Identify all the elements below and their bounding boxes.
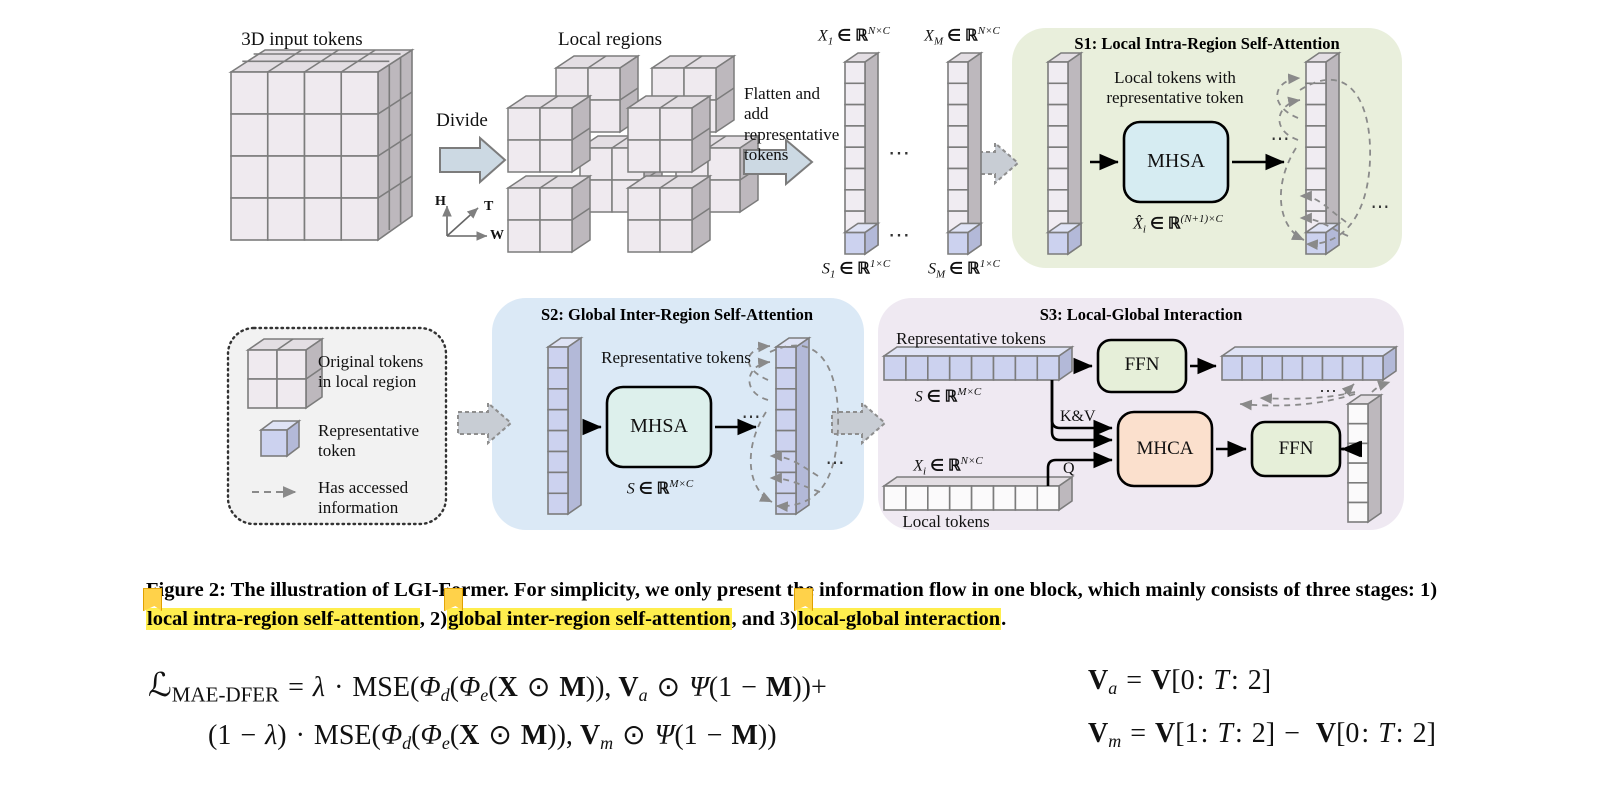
s3-output-rep-bar xyxy=(1219,345,1399,382)
s2-caption: Representative tokens xyxy=(601,348,751,367)
input-cube-3d xyxy=(228,48,415,242)
legend-representative-cube-icon xyxy=(258,419,302,458)
caption-lead: Figure 2: The illustration of LGI-Former… xyxy=(146,579,1438,601)
s3-mhca-label: MHCA xyxy=(1136,438,1194,459)
s3-local-math: Xi ∈ ℝN×C xyxy=(913,455,983,478)
x1-math-label: X1 ∈ ℝN×C xyxy=(818,25,890,48)
flatten-label: Flatten and add representative tokens xyxy=(744,84,844,166)
s2-mhsa-label: MHSA xyxy=(630,415,688,437)
s3-ffn-top-label: FFN xyxy=(1124,354,1160,375)
s3-q-label: Q xyxy=(1063,460,1075,477)
s1-mhsa-label: MHSA xyxy=(1147,150,1205,172)
token-column-s2-output xyxy=(773,336,812,516)
legend-item-3-line-1: Has accessed xyxy=(318,478,409,497)
token-column-s1-output xyxy=(1303,51,1342,256)
legend-original-cube-icon xyxy=(245,337,325,410)
token-column-s2-input xyxy=(545,336,584,516)
axis-indicator xyxy=(442,205,488,241)
s1-ellipsis-2: ⋯ xyxy=(1370,197,1392,218)
s3-kv-label: K&V xyxy=(1060,408,1096,425)
flatten-line-2: representative xyxy=(744,124,840,144)
legend-item-3-line-2: information xyxy=(318,498,399,518)
s1-ellipsis-1: ⋯ xyxy=(1270,129,1292,150)
s2-output-math: S ∈ ℝM×C xyxy=(626,478,694,498)
axis-label-t: T xyxy=(484,199,494,214)
highlight-1: local intra-region self-attention xyxy=(143,588,420,634)
s1-math-label: S1 ∈ ℝ1×C xyxy=(821,258,891,281)
legend-item-1-label: Original tokens in local region xyxy=(318,352,442,393)
token-column-x1 xyxy=(842,51,881,256)
s1-title: S1: Local Intra-Region Self-Attention xyxy=(1074,34,1340,53)
figure-container: 3D input tokens Divide Local regions Fla… xyxy=(0,0,1599,810)
caption-highlight-3: local-global interaction xyxy=(797,608,1002,631)
xm-math-label: XM ∈ ℝN×C xyxy=(924,25,1000,48)
s3-ffn-bottom-label: FFN xyxy=(1278,438,1314,459)
caption-highlight-1: local intra-region self-attention xyxy=(146,608,420,631)
equation-va: Va = V[0: T: 2] xyxy=(1088,665,1272,699)
ellipsis-columns-bottom: ⋯ xyxy=(888,222,912,247)
s3-local-tokens-label: Local tokens xyxy=(902,512,990,531)
legend-item-2-line-2: token xyxy=(318,441,356,461)
legend-item-2-line-1: Representative xyxy=(318,421,420,440)
highlight-3: local-global interaction xyxy=(794,588,1002,634)
flatten-line-3: tokens xyxy=(744,145,789,165)
s1-caption-line-1: Local tokens with xyxy=(1114,68,1236,87)
s3-title: S3: Local-Global Interaction xyxy=(1039,305,1243,324)
legend-item-3-label: Has accessed information xyxy=(318,478,442,519)
s3-rep-tokens-label: Representative tokens xyxy=(896,329,1046,348)
s1-caption-line-2: representative token xyxy=(1106,88,1244,108)
s2-title: S2: Global Inter-Region Self-Attention xyxy=(540,305,814,324)
caption-tail: . xyxy=(1001,608,1007,631)
caption-highlight-2: global inter-region self-attention xyxy=(447,608,732,631)
equation-loss-line-1: ℒMAE-DFER = λ · MSE(Φd(Φe(X ⊙ M)), Va ⊙ … xyxy=(148,668,827,707)
s2-ellipsis-1: ⋯ xyxy=(741,407,763,428)
s3-local-token-bar xyxy=(881,475,1075,512)
axis-label-w: W xyxy=(490,228,504,243)
highlight-2: global inter-region self-attention xyxy=(444,588,732,634)
s1-caption: Local tokens with representative token xyxy=(1070,68,1280,108)
s3-rep-math: S ∈ ℝM×C xyxy=(914,386,982,406)
input-tokens-label: 3D input tokens xyxy=(241,29,363,50)
legend-item-2-label: Representative token xyxy=(318,421,442,462)
s1-output-math: X̂i ∈ ℝ(N+1)×C xyxy=(1133,213,1223,236)
divide-label: Divide xyxy=(436,110,488,131)
s3-rep-token-bar xyxy=(881,345,1075,382)
divide-block-arrow xyxy=(439,135,507,185)
axis-label-h: H xyxy=(435,194,446,209)
sm-math-label: SM ∈ ℝ1×C xyxy=(927,258,1001,281)
s3-output-local-column xyxy=(1345,393,1384,524)
legend-item-1-line-1: Original tokens xyxy=(318,352,424,371)
equation-vm: Vm = V[1: T: 2] − V[0: T: 2] xyxy=(1088,718,1436,752)
equation-loss-line-2: (1 − λ) · MSE(Φd(Φe(X ⊙ M)), Vm ⊙ Ψ(1 − … xyxy=(208,720,777,754)
legend-item-1-line-2: in local region xyxy=(318,372,417,392)
figure-caption: Figure 2: The illustration of LGI-Former… xyxy=(143,576,1476,634)
s3-ellipsis: ⋯ xyxy=(1319,381,1339,401)
token-column-xm xyxy=(945,51,984,256)
caption-mid-1: , 2) xyxy=(419,608,448,631)
caption-mid-2: , and 3) xyxy=(731,608,798,631)
s2-ellipsis-2: ⋯ xyxy=(825,453,847,474)
local-regions-label: Local regions xyxy=(558,29,662,50)
local-regions-cubes xyxy=(505,54,761,254)
ellipsis-columns-top: ⋯ xyxy=(888,140,912,165)
flatten-line-1: Flatten and add xyxy=(744,84,821,124)
